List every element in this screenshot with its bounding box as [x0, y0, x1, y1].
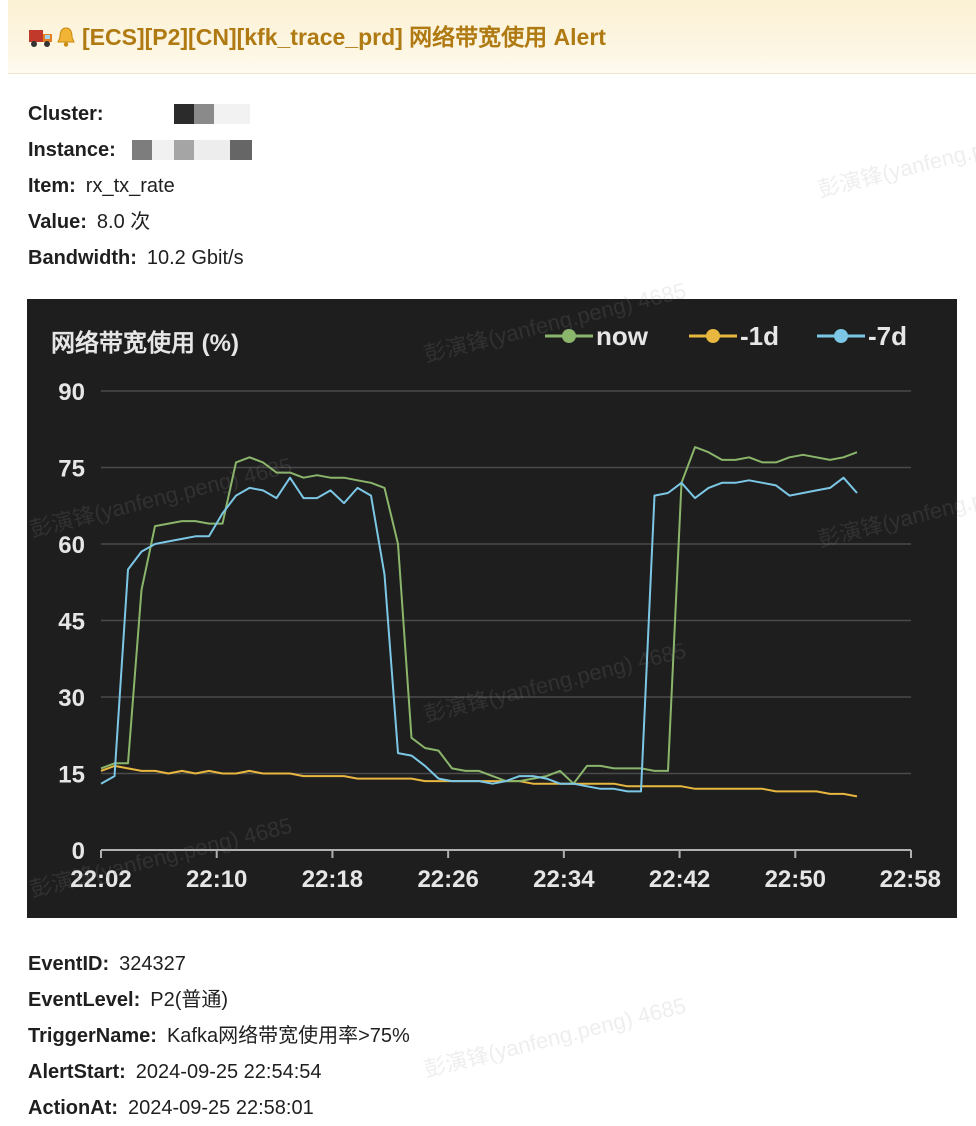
field-trigger-name: TriggerName: Kafka网络带宽使用率>75% — [28, 1018, 410, 1054]
y-axis-ticks: 0 15 30 45 60 75 90 — [58, 379, 85, 865]
field-label: Instance: — [28, 139, 116, 161]
bandwidth-chart: 网络带宽使用 (%) 0 15 30 45 60 75 90 22:02 22:10 22:18… — [27, 299, 957, 918]
alert-header: [ECS][P2][CN][kfk_trace_prd] 网络带宽使用 Aler… — [8, 0, 976, 74]
redacted-value — [131, 139, 252, 161]
legend-swatch-marker — [834, 329, 848, 343]
y-tick-label: 90 — [58, 379, 85, 406]
watermark: 彭演锋(yanfeng.peng) 4685 — [421, 992, 689, 1083]
field-event-level: EventLevel: P2(普通) — [28, 982, 410, 1018]
field-event-id: EventID: 324327 — [28, 946, 410, 982]
chart-legend: now -1d -7d — [545, 321, 907, 351]
field-value: 2024-09-25 22:54:54 — [135, 1061, 322, 1083]
field-value: 2024-09-25 22:58:01 — [127, 1097, 314, 1119]
series-line-now — [100, 446, 858, 785]
field-label: Item: — [28, 175, 76, 197]
y-tick-label: 45 — [58, 609, 85, 636]
legend-label: now — [596, 321, 649, 351]
legend-item: -7d — [817, 321, 907, 351]
field-label: Value: — [28, 211, 87, 233]
field-value: 10.2 Gbit/s — [146, 247, 244, 269]
watermark: 彭演锋(yanfeng.peng) 4685 — [815, 113, 976, 203]
bandwidth-chart-svg: 网络带宽使用 (%) 0 15 30 45 60 75 90 22:02 22:10 22:18… — [51, 321, 941, 893]
field-label: EventLevel: — [28, 989, 141, 1011]
y-tick-label: 60 — [58, 532, 85, 559]
field-value: 324327 — [119, 953, 186, 975]
field-label: EventID: — [28, 953, 110, 975]
y-tick-label: 15 — [58, 762, 85, 789]
x-tick-label: 22:34 — [533, 866, 595, 893]
alert-fields-top: Cluster: Instance: Item: rx_tx_rate Valu… — [28, 96, 252, 276]
alert-title: [ECS][P2][CN][kfk_trace_prd] 网络带宽使用 Aler… — [82, 24, 606, 50]
field-label: ActionAt: — [28, 1097, 118, 1119]
chart-title: 网络带宽使用 (%) — [51, 329, 239, 357]
x-tick-label: 22:10 — [186, 866, 247, 893]
field-value: P2(普通) — [150, 989, 229, 1011]
legend-item: now — [545, 321, 649, 351]
x-tick-label: 22:50 — [765, 866, 826, 893]
truck-icon — [28, 25, 54, 49]
field-label: AlertStart: — [28, 1061, 126, 1083]
field-label: Cluster: — [28, 103, 104, 125]
redacted-value — [173, 103, 250, 125]
field-value: Kafka网络带宽使用率>75% — [166, 1025, 410, 1047]
legend-label: -1d — [740, 321, 779, 351]
x-tick-label: 22:42 — [649, 866, 710, 893]
field-item: Item: rx_tx_rate — [28, 168, 252, 204]
alert-fields-bottom: EventID: 324327 EventLevel: P2(普通) Trigg… — [28, 946, 410, 1126]
y-tick-label: 0 — [72, 838, 85, 865]
x-axis-ticks: 22:02 22:10 22:18 22:26 22:34 22:42 22:50 22:58 — [70, 850, 941, 893]
y-tick-label: 30 — [58, 685, 85, 712]
x-tick-label: 22:18 — [302, 866, 363, 893]
field-bandwidth: Bandwidth: 10.2 Gbit/s — [28, 240, 252, 276]
x-tick-label: 22:58 — [880, 866, 941, 893]
field-value: rx_tx_rate — [85, 175, 175, 197]
field-action-at: ActionAt: 2024-09-25 22:58:01 — [28, 1090, 410, 1126]
chart-series — [100, 446, 858, 798]
legend-swatch-marker — [706, 329, 720, 343]
legend-label: -7d — [868, 321, 907, 351]
field-value: Value: 8.0 次 — [28, 204, 252, 240]
field-value: 8.0 次 — [96, 211, 151, 233]
x-tick-label: 22:26 — [417, 866, 478, 893]
x-tick-label: 22:02 — [70, 866, 131, 893]
field-alert-start: AlertStart: 2024-09-25 22:54:54 — [28, 1054, 410, 1090]
bell-icon — [54, 25, 80, 49]
field-label: TriggerName: — [28, 1025, 157, 1047]
legend-swatch-marker — [562, 329, 576, 343]
field-label: Bandwidth: — [28, 247, 137, 269]
series-line--7d — [100, 476, 858, 793]
field-cluster: Cluster: — [28, 96, 252, 132]
legend-item: -1d — [689, 321, 779, 351]
field-instance: Instance: — [28, 132, 252, 168]
y-tick-label: 75 — [58, 456, 85, 483]
